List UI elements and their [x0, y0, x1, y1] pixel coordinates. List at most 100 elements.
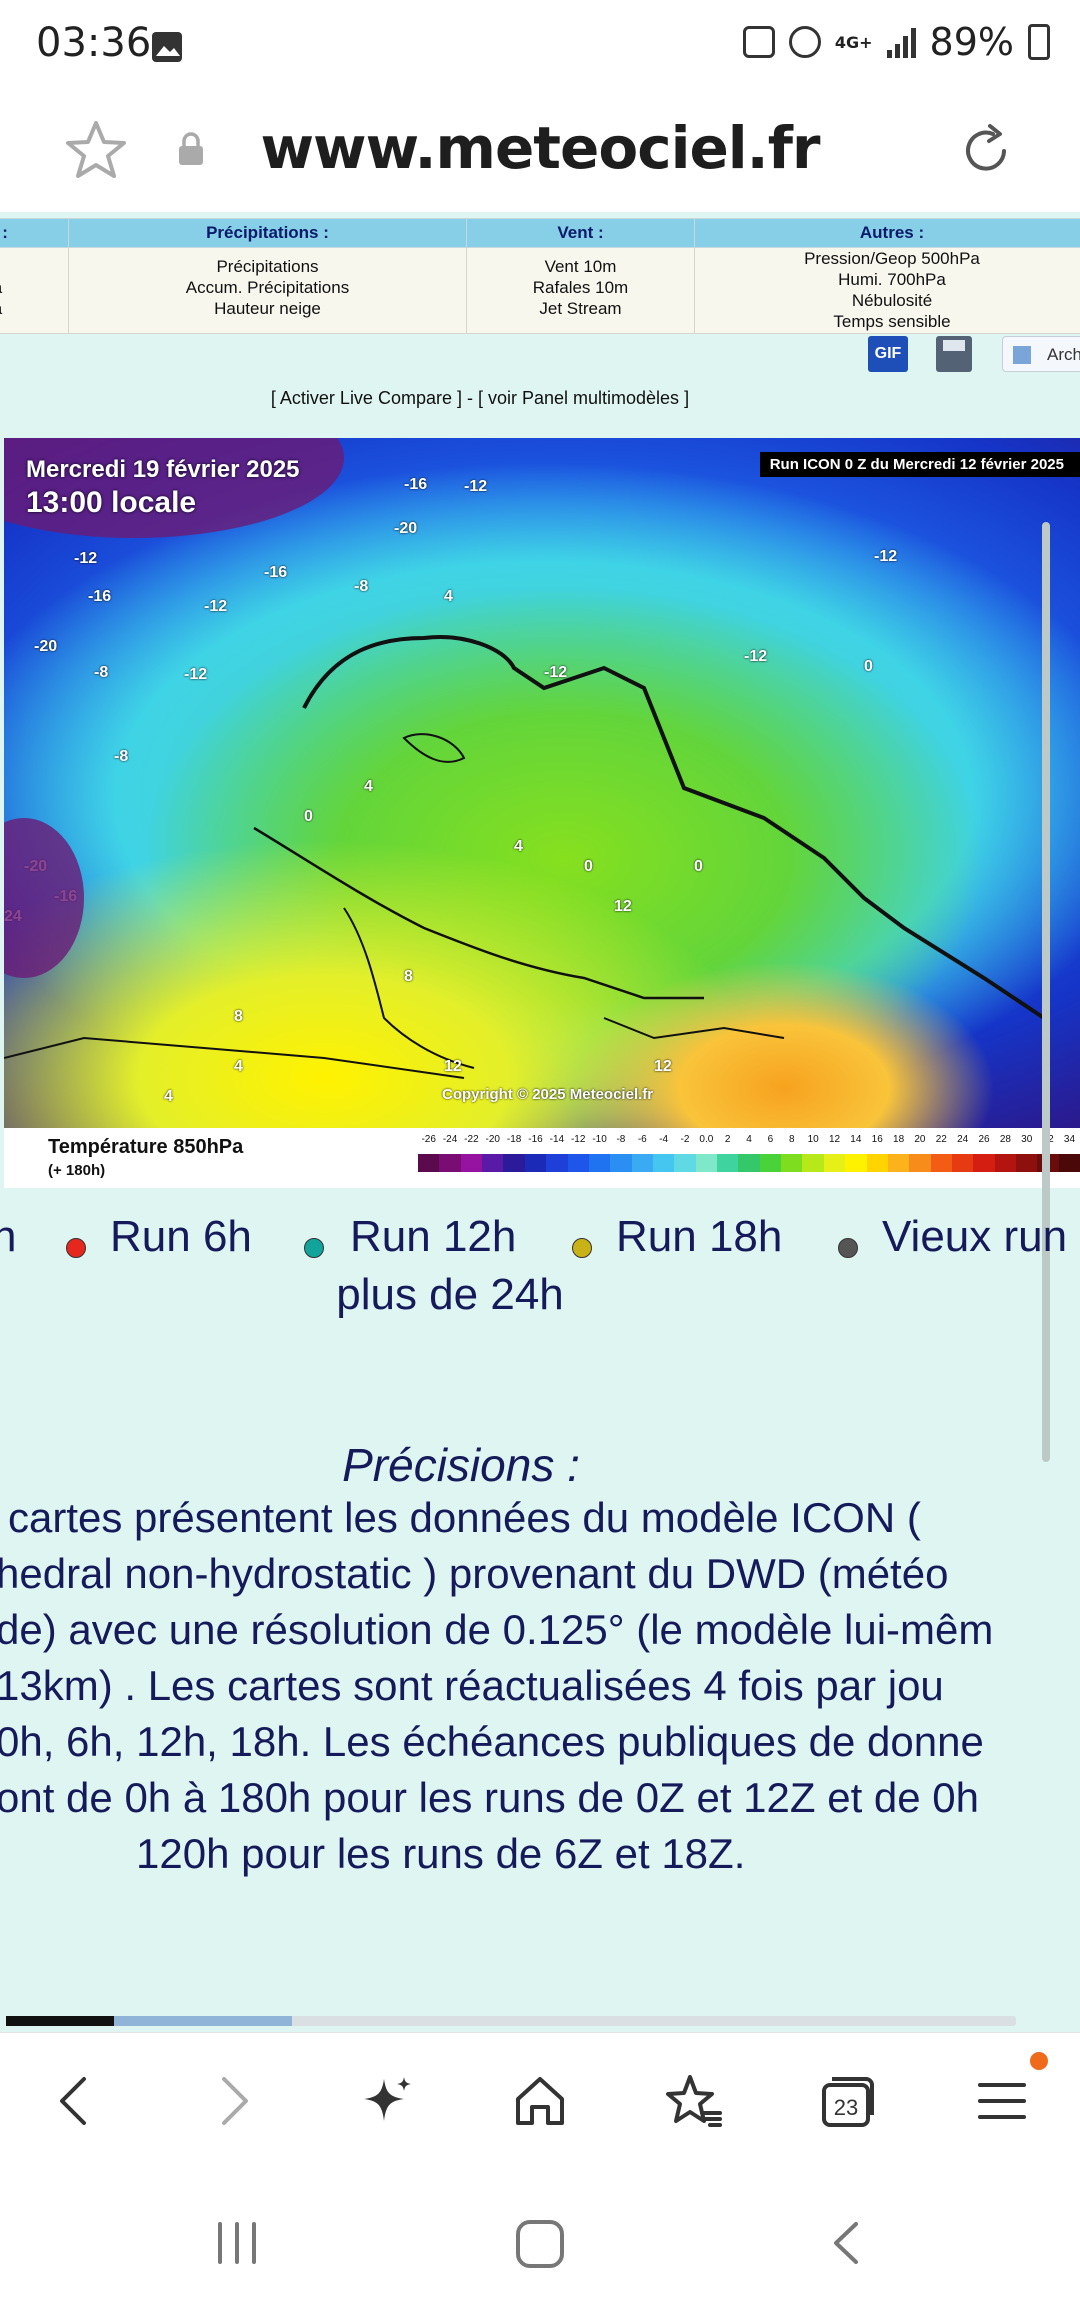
contour-label: -8 [354, 578, 369, 595]
scale-label: 34 [1063, 1134, 1076, 1145]
menu-link-jet-stream[interactable]: Jet Stream [468, 298, 693, 319]
back-icon [60, 2077, 86, 2125]
menu-link[interactable]: hPa [0, 277, 67, 298]
scale-label: 2 [724, 1134, 731, 1145]
scale-swatch [1016, 1154, 1038, 1172]
signal-icon [886, 26, 916, 58]
contour-label: -12 [544, 664, 568, 681]
contour-label: 12 [444, 1058, 462, 1075]
contour-label: 4 [444, 588, 453, 605]
scale-label: -8 [616, 1134, 626, 1145]
scale-swatch [845, 1154, 867, 1172]
scale-label: 6 [767, 1134, 774, 1145]
forward-button[interactable] [192, 2061, 272, 2141]
scale-labels: -26 -24 -22 -20 -18 -16 -14 -12 -10 -8 -6 -4 -2 0.0 2 4… [418, 1134, 1080, 1150]
scale-label: 14 [850, 1134, 862, 1145]
save-icon[interactable] [936, 336, 972, 372]
battery-percent: 89% [929, 20, 1014, 64]
recent-apps-icon[interactable] [212, 2218, 262, 2268]
scale-swatch [973, 1154, 995, 1172]
forecast-map[interactable]: Mercredi 19 février 2025 13:00 locale Ru… [4, 438, 1080, 1128]
scale-label: -10 [592, 1134, 607, 1145]
scale-swatch [631, 1154, 653, 1172]
menu-link-temps-sensible[interactable]: Temps sensible [696, 311, 1080, 332]
scale-label: 12 [828, 1134, 841, 1145]
precisions-line: 13km) . Les cartes sont réactualisées 4 … [0, 1662, 944, 1709]
contour-label: 24 [4, 908, 22, 925]
battery-icon [1028, 24, 1050, 60]
scale-label: -20 [485, 1134, 500, 1145]
menu-link-vent-10m[interactable]: Vent 10m [468, 256, 693, 277]
back-nav-icon[interactable] [826, 2218, 866, 2268]
status-bar: 03:36 4G+ 89% [0, 0, 1080, 92]
bookmarks-icon [666, 2075, 722, 2127]
contour-label: -20 [394, 520, 418, 537]
scale-swatch [503, 1154, 525, 1172]
back-button[interactable] [36, 2061, 116, 2141]
compare-links[interactable]: [ Activer Live Compare ] - [ voir Panel … [0, 388, 960, 409]
run-legend-item-old: Vieux run [882, 1212, 1068, 1261]
menu-header-vent: Vent : [466, 218, 695, 248]
battery-saver-icon [742, 26, 775, 58]
scale-swatch [482, 1154, 504, 1172]
scale-swatch [418, 1154, 440, 1172]
scale-swatch [567, 1154, 589, 1172]
browser-url-bar: www.meteociel.fr [0, 92, 1080, 212]
scale-label: -4 [659, 1134, 669, 1145]
scale-swatch [759, 1154, 782, 1172]
url-text[interactable]: www.meteociel.fr [0, 114, 1080, 182]
home-nav-icon[interactable] [514, 2218, 566, 2270]
tabs-count: 23 [834, 2095, 858, 2120]
precisions-line: ont de 0h à 180h pour les runs de 0Z et … [0, 1774, 980, 1821]
status-icons: 4G+ 89% [742, 20, 1050, 64]
horizontal-scroll-indicator[interactable] [6, 2016, 1016, 2026]
scale-label: -16 [528, 1134, 543, 1145]
coastline-europe [302, 635, 1046, 1020]
forward-icon [222, 2077, 248, 2125]
scale-label: 20 [914, 1134, 926, 1145]
menu-link[interactable]: n [0, 256, 67, 277]
scale-swatch [460, 1154, 483, 1172]
scale-swatch [546, 1154, 568, 1172]
menu-link-accum-precipitations[interactable]: Accum. Précipitations [70, 277, 465, 298]
scale-label: 26 [978, 1134, 990, 1145]
ai-assistant-button[interactable] [346, 2061, 426, 2141]
tabs-button[interactable]: 23 [808, 2061, 888, 2141]
map-variable: Température 850hPa [48, 1136, 244, 1158]
scale-swatch [781, 1154, 803, 1172]
menu-link-hauteur-neige[interactable]: Hauteur neige [70, 298, 465, 319]
menu-link-humi-700[interactable]: Humi. 700hPa [696, 269, 1080, 290]
map-time: 13:00 locale [26, 486, 197, 519]
bookmarks-button[interactable] [654, 2061, 734, 2141]
coastline-mediterranean [253, 826, 704, 1000]
scale-swatch [951, 1154, 974, 1172]
menu-link-nebulosite[interactable]: Nébulosité [696, 290, 1080, 311]
coastline-north-africa [603, 1017, 785, 1040]
menu-link[interactable]: hPa [0, 298, 67, 319]
menu-icon [978, 2083, 1026, 2119]
menu-link-rafales-10m[interactable]: Rafales 10m [468, 277, 693, 298]
scale-label: 28 [999, 1134, 1011, 1145]
scale-label: -12 [570, 1134, 586, 1145]
archive-button[interactable]: Arch [1002, 336, 1080, 372]
gif-animation-button[interactable]: GIF [868, 336, 908, 372]
scale-swatch [887, 1154, 910, 1172]
menu-link-precipitations[interactable]: Précipitations [70, 256, 465, 277]
home-button[interactable] [500, 2061, 580, 2141]
run-18h-dot [572, 1238, 592, 1258]
scale-swatch [717, 1154, 739, 1172]
status-time: 03:36 [36, 20, 152, 66]
reload-icon[interactable] [956, 120, 1018, 182]
precisions-line: cartes présentent les données du modèle … [8, 1494, 921, 1541]
menu-button[interactable] [962, 2061, 1042, 2141]
ai-sparkle-icon [364, 2077, 411, 2121]
contour-label: -16 [88, 588, 112, 605]
scale-swatch [823, 1154, 846, 1172]
menu-link-pression-geop[interactable]: Pression/Geop 500hPa [696, 248, 1080, 269]
map-copyright: Copyright © 2025 Meteociel.fr [442, 1086, 654, 1103]
map-overlay [4, 635, 1046, 1079]
gallery-icon [152, 32, 182, 62]
contour-label: 4 [364, 778, 373, 795]
vertical-scrollbar[interactable] [1042, 522, 1050, 1462]
color-scale-bar [418, 1154, 1080, 1172]
